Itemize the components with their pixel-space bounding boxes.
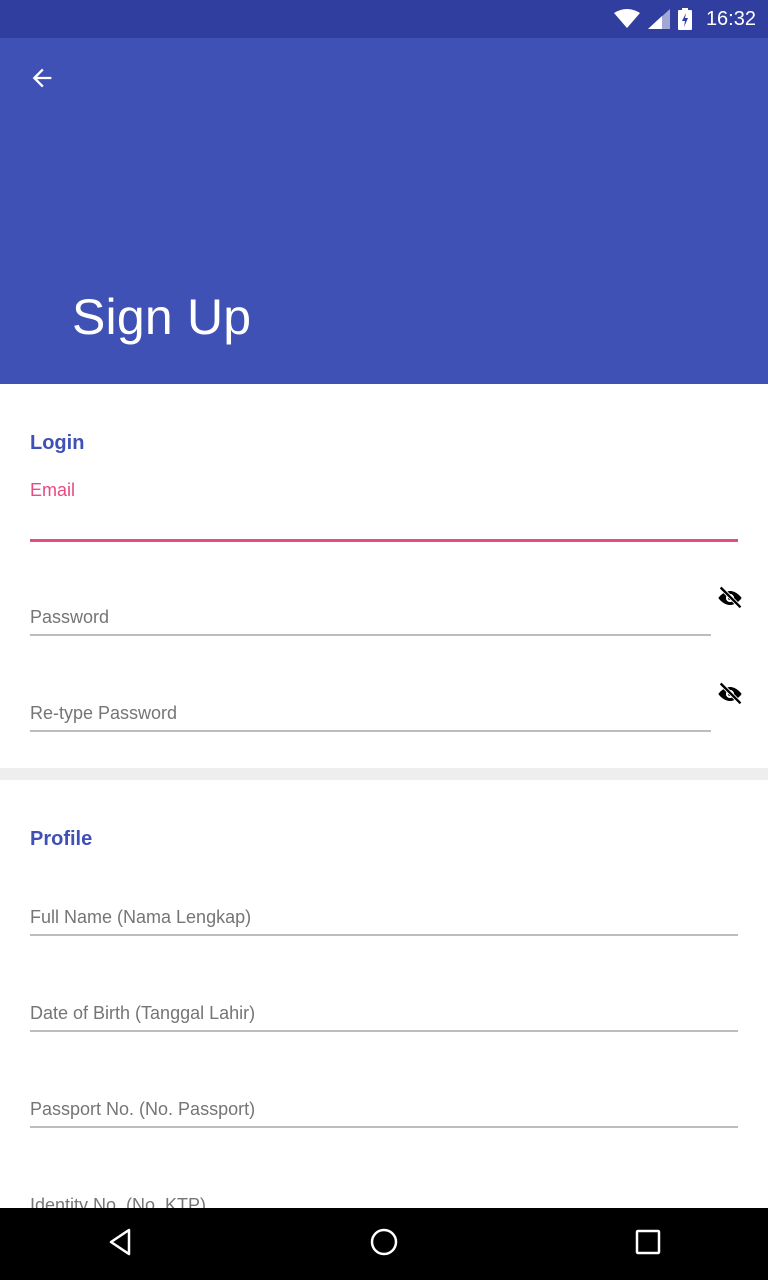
profile-section-title: Profile [30,828,93,850]
email-label: Email [30,480,76,500]
navigation-bar [0,1208,768,1280]
retype-password-underline [30,730,711,732]
app-bar: Sign Up [0,38,768,384]
retype-password-placeholder: Re-type Password [30,703,178,723]
email-field[interactable] [30,502,738,542]
login-section-title: Login [30,432,85,454]
passport-field[interactable]: Passport No. (No. Passport) [30,1088,738,1128]
passport-placeholder: Passport No. (No. Passport) [30,1099,256,1119]
retype-password-visibility-toggle[interactable] [710,676,750,716]
password-field[interactable]: Password [30,596,711,636]
back-triangle-icon [105,1227,135,1262]
full-name-underline [30,934,738,936]
identity-placeholder: Identity No. (No. KTP) [30,1195,207,1208]
email-underline [30,539,738,542]
profile-card: Profile Full Name (Nama Lengkap) Date of… [0,780,768,1208]
battery-charging-icon [677,8,692,30]
page-title: Sign Up [72,289,252,345]
date-of-birth-underline [30,1030,738,1032]
wifi-icon [613,9,640,29]
nav-back-button[interactable] [88,1220,152,1268]
back-button[interactable] [18,60,66,100]
eye-off-icon [716,584,744,617]
password-placeholder: Password [30,607,110,627]
status-bar: 16:32 [0,0,768,38]
password-underline [30,634,711,636]
nav-recents-button[interactable] [616,1220,680,1268]
login-card: Login Email Password Re-type Password [0,384,768,768]
full-name-placeholder: Full Name (Nama Lengkap) [30,907,252,927]
signal-icon [647,9,670,29]
home-circle-icon [369,1227,399,1262]
eye-off-icon [716,680,744,713]
full-name-field[interactable]: Full Name (Nama Lengkap) [30,896,738,936]
form-content[interactable]: Login Email Password Re-type Password Pr… [0,384,768,1208]
retype-password-field[interactable]: Re-type Password [30,692,711,732]
arrow-back-icon [28,64,56,97]
nav-home-button[interactable] [352,1220,416,1268]
identity-field[interactable]: Identity No. (No. KTP) [30,1184,738,1208]
password-visibility-toggle[interactable] [710,580,750,620]
status-time: 16:32 [705,7,756,30]
recents-square-icon [634,1228,662,1261]
passport-underline [30,1126,738,1128]
date-of-birth-placeholder: Date of Birth (Tanggal Lahir) [30,1003,256,1023]
date-of-birth-field[interactable]: Date of Birth (Tanggal Lahir) [30,992,738,1032]
